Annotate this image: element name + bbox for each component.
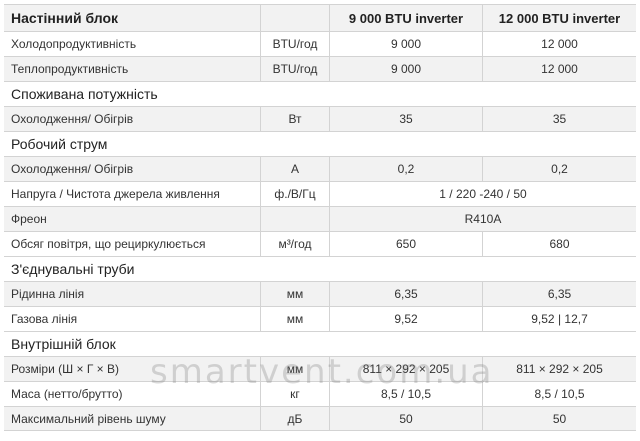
row-name: Охолодження/ Обігрів [11, 112, 134, 126]
section-power: Споживана потужність [4, 81, 636, 106]
row-unit: А [260, 157, 329, 181]
row-unit: кг [260, 382, 329, 406]
table-row: Напруга / Чистота джерела живлення ф./В/… [4, 181, 636, 206]
row-value-shared: 1 / 220 -240 / 50 [329, 182, 636, 206]
row-unit: дБ [260, 407, 329, 430]
row-value-9000: 50 [329, 407, 482, 430]
table-row: Розміри (Ш × Г × В) мм 811 × 292 × 205 8… [4, 356, 636, 381]
row-value-9000: 811 × 292 × 205 [329, 357, 482, 381]
row-unit: мм [260, 282, 329, 306]
row-name: Охолодження/ Обігрів [11, 162, 134, 176]
row-value-9000: 6,35 [329, 282, 482, 306]
row-unit: BTU/год [260, 32, 329, 56]
table-row: Маса (нетто/брутто) кг 8,5 / 10,5 8,5 / … [4, 381, 636, 406]
row-value-9000: 9,52 [329, 307, 482, 331]
row-unit: м³/год [260, 232, 329, 256]
table-row: Охолодження/ Обігрів А 0,2 0,2 [4, 156, 636, 181]
section-pipes: З'єднувальні труби [4, 256, 636, 281]
row-name: Фреон [11, 212, 47, 226]
header-title: Настінний блок [11, 10, 119, 26]
row-name: Теплопродуктивність [11, 62, 129, 76]
row-name: Розміри (Ш × Г × В) [11, 362, 119, 376]
row-value-12000: 680 [482, 232, 636, 256]
row-value-12000: 50 [482, 407, 636, 430]
row-value-12000: 8,5 / 10,5 [482, 382, 636, 406]
row-value-9000: 35 [329, 107, 482, 131]
table-row: Обсяг повітря, що рециркулюється м³/год … [4, 231, 636, 256]
row-name: Обсяг повітря, що рециркулюється [11, 237, 206, 251]
row-unit: Вт [260, 107, 329, 131]
row-unit: мм [260, 357, 329, 381]
row-value-9000: 9 000 [329, 32, 482, 56]
table-row: Фреон R410A [4, 206, 636, 231]
section-indoor: Внутрішній блок [4, 331, 636, 356]
row-name: Напруга / Чистота джерела живлення [11, 187, 220, 201]
row-value-12000: 0,2 [482, 157, 636, 181]
row-value-12000: 6,35 [482, 282, 636, 306]
header-col-9000: 9 000 BTU inverter [329, 5, 482, 31]
table-row: Рідинна лінія мм 6,35 6,35 [4, 281, 636, 306]
spec-table: Настінний блок 9 000 BTU inverter 12 000… [4, 4, 636, 431]
header-col-12000: 12 000 BTU inverter [482, 5, 636, 31]
table-row: Газова лінія мм 9,52 9,52 | 12,7 [4, 306, 636, 331]
row-value-9000: 8,5 / 10,5 [329, 382, 482, 406]
row-name: Рідинна лінія [11, 287, 85, 301]
row-unit: ф./В/Гц [260, 182, 329, 206]
row-value-9000: 0,2 [329, 157, 482, 181]
table-row: Теплопродуктивність BTU/год 9 000 12 000 [4, 56, 636, 81]
row-value-9000: 9 000 [329, 57, 482, 81]
row-value-9000: 650 [329, 232, 482, 256]
row-name: Холодопродуктивність [11, 37, 137, 51]
row-unit: BTU/год [260, 57, 329, 81]
row-name: Маса (нетто/брутто) [11, 387, 123, 401]
row-value-shared: R410A [329, 207, 636, 231]
row-unit: мм [260, 307, 329, 331]
row-value-12000: 811 × 292 × 205 [482, 357, 636, 381]
row-value-12000: 12 000 [482, 32, 636, 56]
row-name: Газова лінія [11, 312, 78, 326]
row-name: Максимальний рівень шуму [11, 411, 166, 426]
table-row: Холодопродуктивність BTU/год 9 000 12 00… [4, 31, 636, 56]
row-unit [260, 207, 329, 231]
table-header: Настінний блок 9 000 BTU inverter 12 000… [4, 4, 636, 31]
table-row: Максимальний рівень шуму дБ 50 50 [4, 406, 636, 431]
row-value-12000: 12 000 [482, 57, 636, 81]
section-current: Робочий струм [4, 131, 636, 156]
header-unit [260, 5, 329, 31]
row-value-12000: 9,52 | 12,7 [482, 307, 636, 331]
table-row: Охолодження/ Обігрів Вт 35 35 [4, 106, 636, 131]
row-value-12000: 35 [482, 107, 636, 131]
